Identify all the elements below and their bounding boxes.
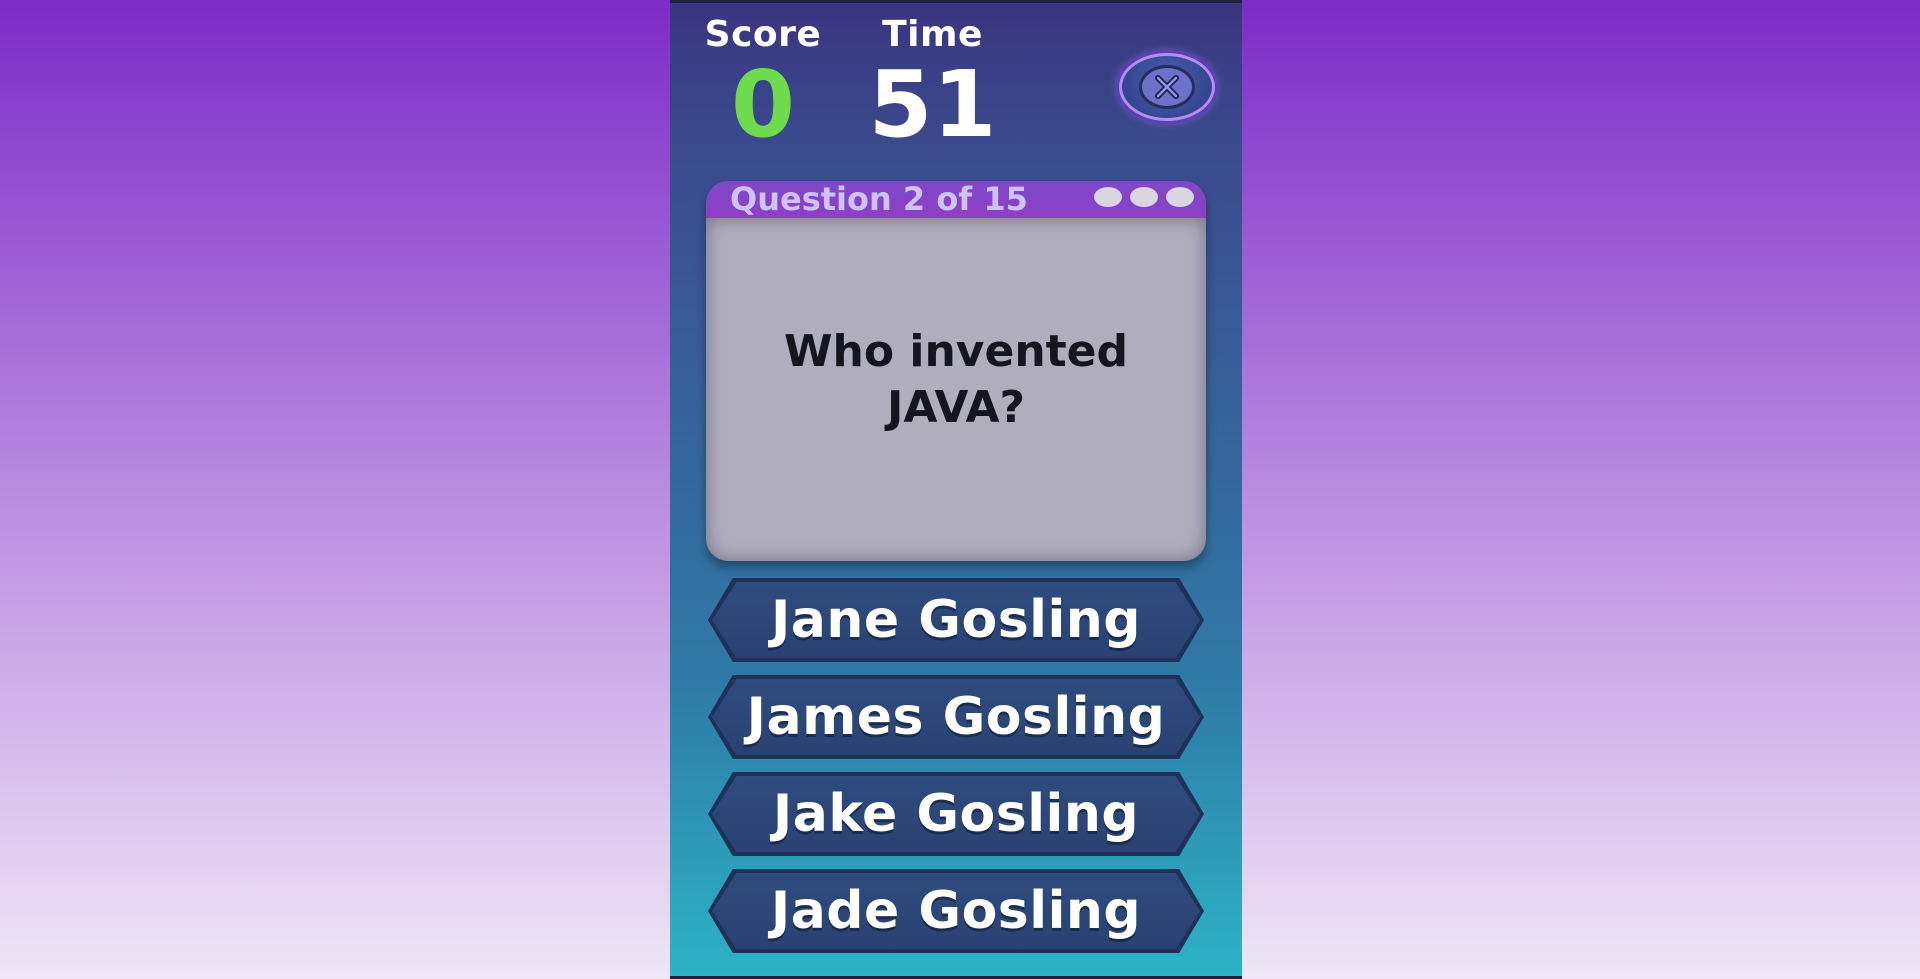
answer-button-1[interactable]: Jane Gosling (708, 578, 1204, 662)
answer-label: Jade Gosling (770, 881, 1142, 941)
answer-button-face: James Gosling (712, 679, 1200, 755)
answer-button-3[interactable]: Jake Gosling (708, 772, 1204, 856)
time-value: 51 (868, 51, 997, 158)
question-card: Question 2 of 15 Who invented JAVA? (706, 181, 1206, 561)
answer-label: Jane Gosling (770, 590, 1142, 650)
answer-label: Jake Gosling (772, 784, 1140, 844)
dot-icon (1094, 187, 1122, 207)
time-label: Time (882, 14, 983, 55)
window-dots (1094, 187, 1194, 207)
score-value: 0 (730, 51, 795, 158)
hud-bar: Score 0 Time 51 (670, 3, 1242, 168)
question-header-bar: Question 2 of 15 (706, 181, 1206, 218)
time-panel: Time 51 (860, 15, 1005, 155)
score-label: Score (704, 14, 822, 55)
answer-label: James Gosling (746, 687, 1166, 747)
question-counter: Question 2 of 15 (730, 181, 1028, 218)
close-button[interactable] (1119, 53, 1215, 121)
question-body: Who invented JAVA? (706, 218, 1206, 561)
answer-button-4[interactable]: Jade Gosling (708, 869, 1204, 953)
dot-icon (1130, 187, 1158, 207)
dot-icon (1166, 187, 1194, 207)
close-x-icon (1139, 65, 1195, 109)
answer-button-2[interactable]: James Gosling (708, 675, 1204, 759)
game-screen: Score 0 Time 51 Question 2 of 15 Who inv… (670, 0, 1242, 979)
question-text: Who invented JAVA? (783, 325, 1129, 433)
score-panel: Score 0 (698, 15, 828, 155)
answer-button-face: Jade Gosling (712, 873, 1200, 949)
answer-button-face: Jane Gosling (712, 582, 1200, 658)
answer-button-face: Jake Gosling (712, 776, 1200, 852)
